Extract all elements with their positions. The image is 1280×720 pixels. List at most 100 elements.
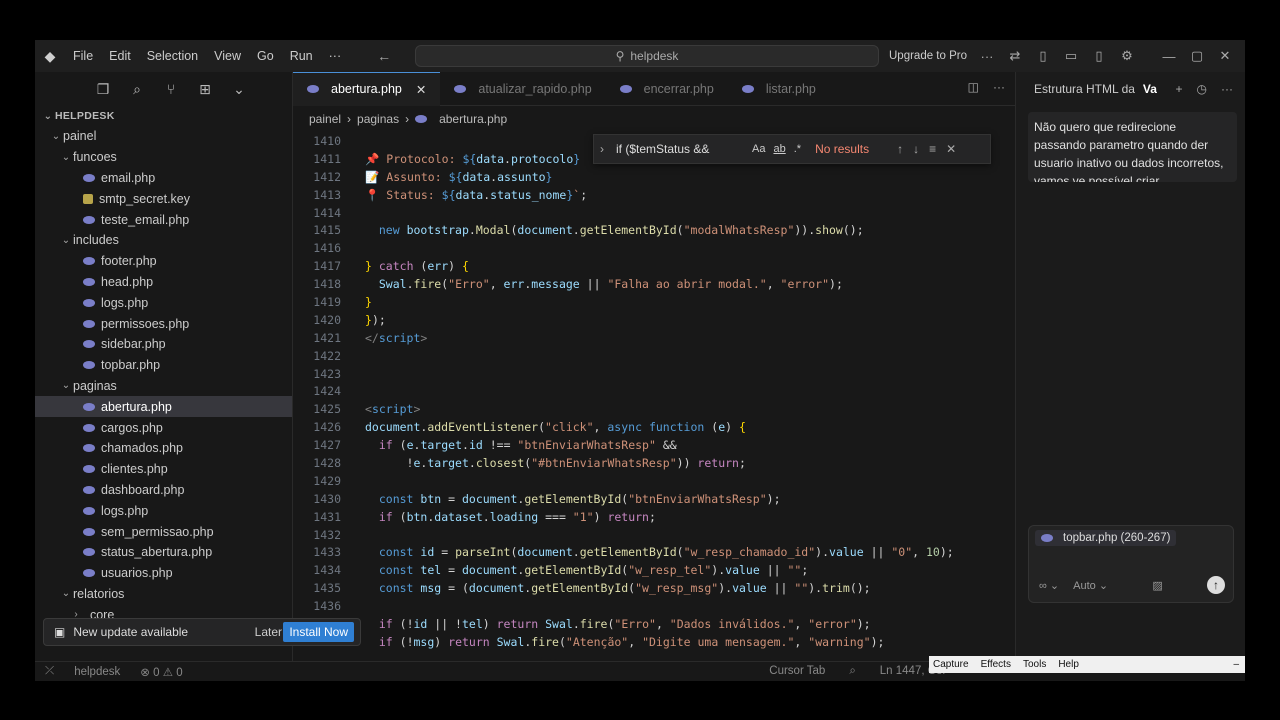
infinity-mode-icon[interactable]: ∞ ⌄ [1039, 579, 1059, 592]
workspace-header[interactable]: ⌄ HELPDESK [35, 106, 292, 126]
file-item[interactable]: footer.php [35, 251, 292, 272]
file-item[interactable]: cargos.php [35, 417, 292, 438]
menu-item[interactable]: Go [249, 49, 282, 63]
back-arrow-icon[interactable]: ← [377, 48, 391, 64]
minimize-icon[interactable]: – [1233, 659, 1245, 670]
find-input[interactable]: if ($temStatus && [610, 142, 752, 156]
next-match-icon[interactable]: ↓ [913, 142, 919, 156]
menu-item[interactable]: Run [282, 49, 321, 63]
cursor-tab-status[interactable]: Cursor Tab [769, 665, 825, 678]
send-button[interactable]: ↑ [1206, 576, 1225, 594]
remote-icon[interactable]: ⤫ [45, 665, 54, 678]
file-item[interactable]: topbar.php [35, 355, 292, 376]
tree-item-label: clientes.php [101, 462, 168, 477]
editor-tab[interactable]: abertura.php ✕ [293, 71, 441, 106]
problems-indicator[interactable]: ⊗ 0 ⚠ 0 [140, 665, 182, 679]
chat-tab-active[interactable]: Va [1143, 82, 1157, 96]
model-select[interactable]: Auto ⌄ [1073, 579, 1108, 592]
breadcrumb-item[interactable]: paginas [357, 112, 399, 126]
command-search[interactable]: ⚲ helpdesk [415, 45, 879, 67]
menu-item[interactable]: ··· [321, 49, 350, 63]
close-tab-icon[interactable]: ✕ [416, 82, 426, 97]
file-item[interactable]: email.php [35, 168, 292, 189]
swap-icon[interactable]: ⇄ [1007, 48, 1023, 64]
code-view[interactable]: 1410 1411 📌 Protocolo: ${data.protocolo} 14… [293, 132, 1015, 661]
php-file-icon [83, 257, 95, 266]
file-item[interactable]: dashboard.php [35, 480, 292, 501]
file-item[interactable]: sidebar.php [35, 334, 292, 355]
capture-menu-item[interactable]: Effects [981, 659, 1011, 670]
maximize-icon[interactable]: ▢ [1189, 48, 1205, 64]
folder-item[interactable]: ⌄ funcoes [35, 147, 292, 168]
folder-item[interactable]: ⌄ painel [35, 126, 292, 147]
breadcrumb-item[interactable]: painel [309, 112, 341, 126]
upgrade-button[interactable]: Upgrade to Pro [889, 50, 967, 62]
line-number: 1418 [313, 277, 341, 292]
search-text: helpdesk [630, 49, 679, 63]
more-icon[interactable]: ··· [979, 49, 995, 64]
later-button[interactable]: Later [255, 625, 282, 639]
chevron-down-icon[interactable]: ⌄ [231, 81, 247, 98]
split-editor-icon[interactable]: ◫ [968, 80, 979, 94]
file-item[interactable]: permissoes.php [35, 313, 292, 334]
gear-icon[interactable]: ⚙ [1119, 48, 1135, 64]
context-chip[interactable]: topbar.php (260-267) [1035, 530, 1177, 546]
editor-tab[interactable]: encerrar.php [606, 72, 728, 106]
editor-tab[interactable]: listar.php [728, 72, 830, 106]
previous-match-icon[interactable]: ↑ [897, 142, 903, 156]
breadcrumb-item[interactable]: abertura.php [439, 112, 507, 126]
capture-menu-item[interactable]: Tools [1023, 659, 1046, 670]
close-window-icon[interactable]: ✕ [1217, 48, 1233, 64]
match-case-toggle[interactable]: Aa [752, 143, 765, 155]
match-word-toggle[interactable]: ab [773, 143, 785, 155]
files-icon[interactable]: ❐ [95, 81, 111, 98]
file-item[interactable]: chamados.php [35, 438, 292, 459]
menu-item[interactable]: File [65, 49, 101, 63]
minimize-icon[interactable]: — [1161, 49, 1177, 64]
more-icon[interactable]: ··· [1221, 82, 1233, 96]
editor-tab[interactable]: atualizar_rapido.php [440, 72, 605, 106]
file-item[interactable]: logs.php [35, 292, 292, 313]
chat-tab[interactable]: Estrutura HTML da [1034, 82, 1135, 96]
toggle-panel-icon[interactable]: ▭ [1063, 48, 1079, 64]
line-number: 1411 [313, 151, 341, 166]
image-attach-icon[interactable]: ▨ [1152, 579, 1162, 592]
source-control-icon[interactable]: ⑂ [163, 81, 179, 97]
menu-item[interactable]: View [206, 49, 249, 63]
menu-item[interactable]: Edit [101, 49, 139, 63]
capture-menu-item[interactable]: Capture [933, 659, 969, 670]
branch-name[interactable]: helpdesk [74, 666, 120, 678]
chevron-right-icon[interactable]: › [594, 142, 610, 156]
more-icon[interactable]: ··· [993, 80, 1005, 94]
zoom-icon[interactable]: ⌕ [849, 665, 855, 678]
file-item[interactable]: teste_email.php [35, 209, 292, 230]
close-find-icon[interactable]: ✕ [946, 142, 956, 156]
search-icon[interactable]: ⌕ [129, 81, 145, 98]
add-chat-icon[interactable]: + [1176, 82, 1183, 96]
capture-menu-item[interactable]: Help [1058, 659, 1079, 670]
folder-item[interactable]: ⌄ paginas [35, 376, 292, 397]
extensions-icon[interactable]: ⊞ [197, 81, 213, 98]
find-in-selection-icon[interactable]: ≡ [929, 142, 936, 156]
code-line: 1419} [293, 293, 1015, 311]
chat-input-box[interactable]: topbar.php (260-267) ∞ ⌄ Auto ⌄ ▨ ↑ [1028, 525, 1234, 603]
regex-toggle[interactable]: .* [794, 143, 801, 155]
code-line: 1421 </script> [293, 329, 1015, 347]
folder-item[interactable]: ⌄ includes [35, 230, 292, 251]
install-now-button[interactable]: Install Now [283, 622, 354, 642]
toggle-secondary-icon[interactable]: ▯ [1091, 48, 1107, 64]
php-file-icon [83, 361, 95, 370]
file-item[interactable]: sem_permissao.php [35, 521, 292, 542]
menu-item[interactable]: Selection [139, 49, 206, 63]
file-item[interactable]: head.php [35, 272, 292, 293]
file-item[interactable]: smtp_secret.key [35, 188, 292, 209]
file-item[interactable]: usuarios.php [35, 563, 292, 584]
folder-item[interactable]: ⌄ relatorios [35, 584, 292, 605]
toggle-sidebar-icon[interactable]: ▯ [1035, 48, 1051, 64]
file-item[interactable]: clientes.php [35, 459, 292, 480]
history-icon[interactable]: ◷ [1197, 82, 1207, 96]
chevron-down-icon: ⌄ [61, 588, 71, 600]
file-item[interactable]: logs.php [35, 500, 292, 521]
file-item[interactable]: abertura.php [35, 396, 292, 418]
file-item[interactable]: status_abertura.php [35, 542, 292, 563]
